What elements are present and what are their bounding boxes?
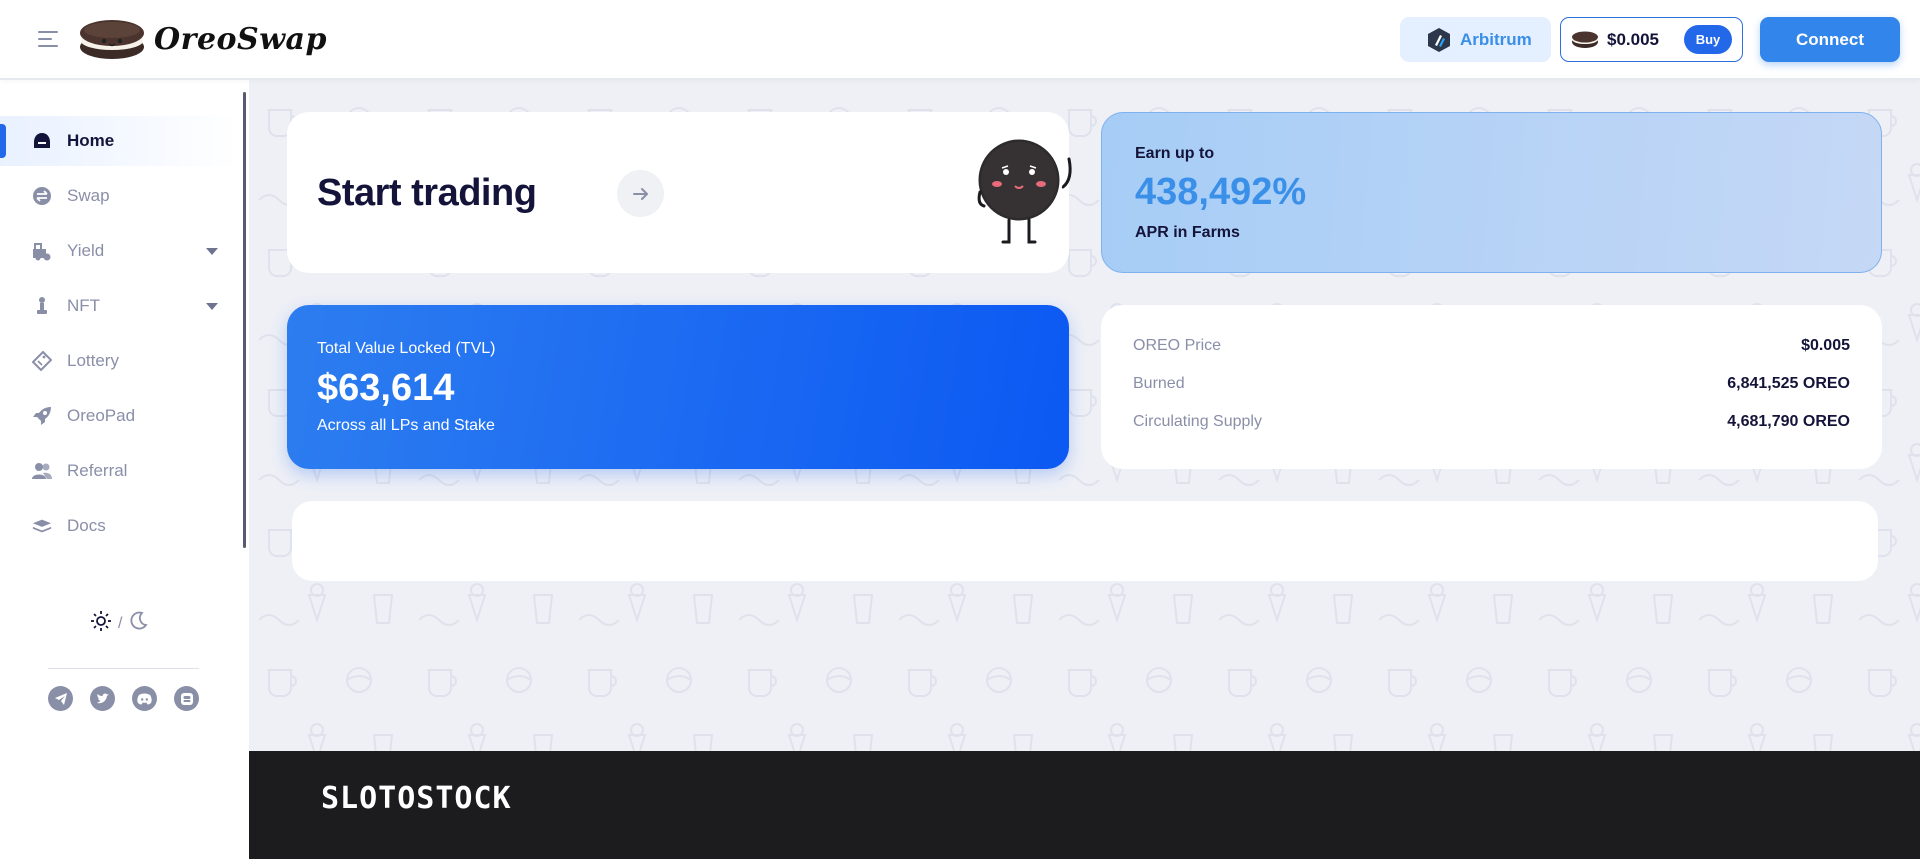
token-price: $0.005 [1607,29,1659,49]
brand-logo[interactable]: OreoSwap [78,15,327,63]
tvl-card: Total Value Locked (TVL) $63,614 Across … [287,305,1069,469]
main-content: Start trading Earn up to 438,492% APR in… [249,80,1920,751]
sidebar-item-label: Swap [67,186,110,205]
chevron-down-icon[interactable] [206,303,218,310]
tvl-label: Total Value Locked (TVL) [317,340,496,357]
oreo-token-icon [1572,31,1598,48]
sidebar-divider [48,668,199,669]
tvl-value: $63,614 [317,367,455,409]
brand-name: OreoSwap [154,21,327,57]
chevron-down-icon[interactable] [206,248,218,255]
sidebar-item-label: Yield [67,241,105,260]
earn-subtitle: Earn up to [1135,145,1215,162]
token-price-widget: $0.005 Buy [1560,17,1743,62]
stat-label: Circulating Supply [1133,413,1262,430]
arbitrum-icon [1428,27,1450,52]
sidebar-item-label: Docs [67,516,106,535]
sidebar-item-yield[interactable]: Yield [0,226,240,276]
stat-row-price: OREO Price $0.005 [1133,337,1850,355]
chain-selector-button[interactable]: Arbitrum [1400,17,1551,62]
tvl-footer: Across all LPs and Stake [317,417,495,434]
moon-icon[interactable] [128,611,149,636]
start-trading-card[interactable]: Start trading [287,112,1072,273]
home-icon [32,131,52,151]
token-stats-card: OREO Price $0.005 Burned 6,841,525 OREO … [1101,305,1882,469]
stat-row-supply: Circulating Supply 4,681,790 OREO [1133,413,1850,431]
earn-footer: APR in Farms [1135,224,1240,241]
sidebar-scrollbar[interactable] [243,92,246,548]
twitter-icon[interactable] [90,686,115,711]
theme-toggle[interactable]: / [90,610,149,637]
sidebar-item-nft[interactable]: NFT [0,281,240,331]
telegram-icon[interactable] [48,686,73,711]
sidebar-item-label: Home [67,131,115,150]
discord-icon[interactable] [132,686,157,711]
sun-icon[interactable] [90,610,112,637]
sidebar-item-label: OreoPad [67,406,136,425]
start-trading-title: Start trading [317,172,537,214]
stat-value: 6,841,525 OREO [1727,375,1850,392]
stat-value: 4,681,790 OREO [1727,413,1850,430]
sidebar-item-label: Lottery [67,351,119,370]
medium-icon[interactable] [174,686,199,711]
sidebar-item-label: Referral [67,461,128,480]
stat-value: $0.005 [1801,337,1850,354]
earn-apr-value: 438,492% [1135,171,1307,213]
social-links [48,686,199,711]
stat-label: Burned [1133,375,1185,392]
sidebar: Home Swap Yield NFT Lottery OreoPad Refe… [0,80,249,859]
theme-separator: / [118,614,123,632]
sidebar-item-oreopad[interactable]: OreoPad [0,391,240,441]
users-icon [32,461,52,481]
sidebar-item-swap[interactable]: Swap [0,171,240,221]
yield-icon [32,241,52,261]
watermark-logo: SLOTOSTOCK [321,781,512,816]
connect-wallet-button[interactable]: Connect [1760,17,1900,62]
oreo-mascot-illustration [975,136,1072,244]
sidebar-item-home[interactable]: Home [0,116,240,166]
top-header: OreoSwap Arbitrum $0.005 Buy Connect [0,0,1920,79]
ticket-icon [32,351,52,371]
sidebar-item-lottery[interactable]: Lottery [0,336,240,386]
footer-banner: SLOTOSTOCK [249,751,1920,859]
chain-label: Arbitrum [1460,29,1532,49]
nft-icon [32,296,52,316]
sidebar-item-label: NFT [67,296,101,315]
arrow-right-icon[interactable] [617,170,664,217]
swap-icon [32,186,52,206]
sidebar-item-referral[interactable]: Referral [0,446,240,496]
menu-toggle-icon[interactable] [38,31,60,47]
buy-button[interactable]: Buy [1684,25,1732,54]
oreo-cookie-icon [80,20,144,59]
earn-apr-card[interactable]: Earn up to 438,492% APR in Farms [1101,112,1882,273]
book-icon [32,516,52,536]
empty-content-card [292,501,1878,581]
rocket-icon [32,406,52,426]
sidebar-item-docs[interactable]: Docs [0,501,240,551]
stat-label: OREO Price [1133,337,1222,354]
stat-row-burned: Burned 6,841,525 OREO [1133,375,1850,393]
